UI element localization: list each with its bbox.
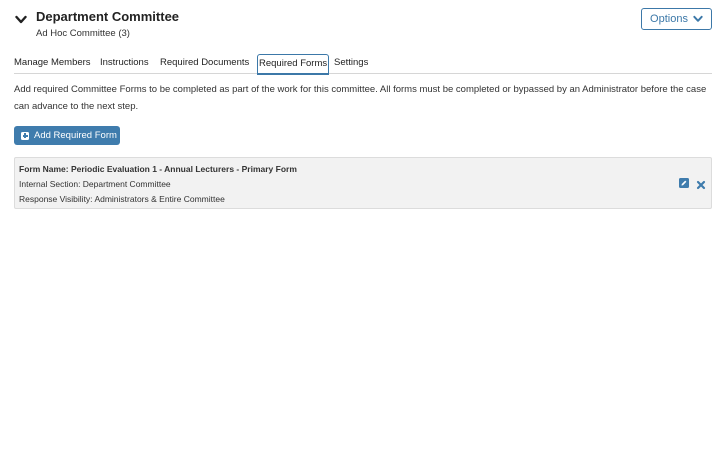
plus-square-icon (21, 131, 29, 140)
committee-subtitle: Ad Hoc Committee (3) (36, 28, 130, 39)
close-icon[interactable] (696, 177, 706, 190)
add-required-form-button[interactable]: Add Required Form (14, 126, 120, 145)
form-internal-section: Internal Section: Department Committee (19, 179, 171, 189)
form-name: Form Name: Periodic Evaluation 1 - Annua… (19, 164, 297, 174)
tab-bar: Manage Members Instructions Required Doc… (14, 53, 712, 74)
chevron-down-icon[interactable] (15, 12, 27, 24)
committee-title: Department Committee (36, 9, 180, 24)
chevron-down-icon (693, 15, 703, 22)
form-response-visibility: Response Visibility: Administrators & En… (19, 194, 225, 204)
tab-instructions[interactable]: Instructions (100, 54, 149, 74)
tab-settings[interactable]: Settings (334, 54, 368, 74)
tab-required-documents[interactable]: Required Documents (160, 54, 249, 74)
tab-required-forms[interactable]: Required Forms (257, 54, 330, 74)
add-button-label: Add Required Form (34, 130, 117, 141)
edit-icon[interactable] (679, 178, 689, 188)
required-form-item: Form Name: Periodic Evaluation 1 - Annua… (14, 157, 712, 209)
description-text: Add required Committee Forms to be compl… (14, 84, 707, 112)
tab-manage-members[interactable]: Manage Members (14, 54, 91, 74)
options-button-label: Options (650, 13, 688, 25)
options-button[interactable]: Options (641, 8, 712, 30)
committee-header: Department Committee Ad Hoc Committee (3… (14, 9, 712, 43)
